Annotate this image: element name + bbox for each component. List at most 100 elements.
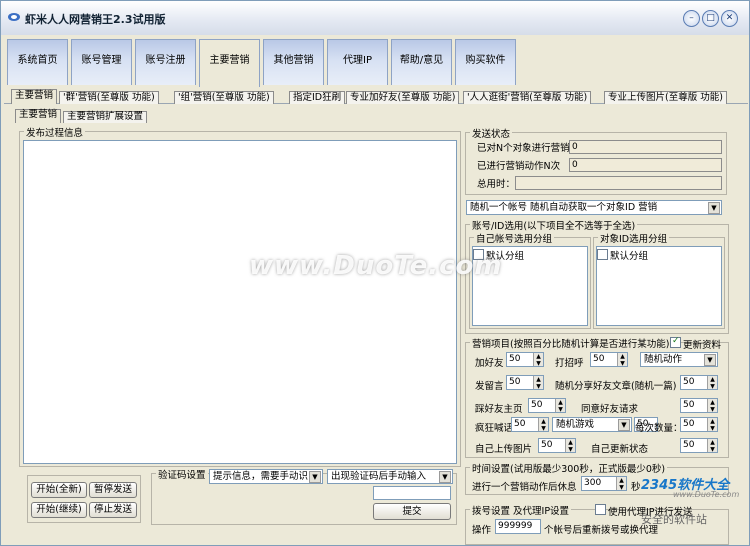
innertab-extended[interactable]: 主要营销扩展设置 bbox=[63, 111, 148, 123]
spin-arrows-icon[interactable]: ▲ ▼ bbox=[533, 376, 543, 390]
rest-spin[interactable]: 300 ▲ ▼ bbox=[581, 476, 627, 491]
visit-spin[interactable]: 50 ▲ ▼ bbox=[528, 398, 566, 413]
start-new-button[interactable]: 开始(全新) bbox=[31, 482, 87, 498]
upload-value: 50 bbox=[541, 440, 553, 450]
tab-other-marketing[interactable]: 其他营销 bbox=[263, 39, 324, 85]
status-value: 50 bbox=[683, 440, 695, 450]
share-value: 50 bbox=[683, 377, 695, 387]
leave-msg-value: 50 bbox=[509, 377, 521, 387]
brand-url: www.DuoTe.com bbox=[673, 490, 740, 499]
captcha-mode2-select[interactable]: 出现验证码后手动输入 ▼ bbox=[327, 469, 453, 484]
greet-spin[interactable]: 50 ▲ ▼ bbox=[590, 352, 628, 367]
upload-label: 自己上传图片 bbox=[475, 444, 533, 455]
proxy-checkbox[interactable] bbox=[595, 504, 606, 515]
spin-arrows-icon[interactable]: ▲ ▼ bbox=[555, 399, 565, 413]
captcha-label: 验证码设置 bbox=[156, 467, 208, 481]
add-friend-spin[interactable]: 50 ▲ ▼ bbox=[506, 352, 544, 367]
spin-arrows-icon[interactable]: ▲ ▼ bbox=[707, 418, 717, 432]
chevron-down-icon: ▼ bbox=[704, 354, 716, 366]
random-game-select[interactable]: 随机游戏 ▼ bbox=[552, 417, 632, 432]
own-group-title: 自己帐号选用分组 bbox=[474, 231, 555, 245]
window-title: 虾米人人网营销王2.3试用版 bbox=[25, 13, 166, 26]
app-logo-icon bbox=[7, 11, 21, 23]
update-checkbox[interactable] bbox=[670, 336, 681, 348]
spin-arrows-icon[interactable]: ▲ ▼ bbox=[616, 477, 626, 491]
start-continue-button[interactable]: 开始(继续) bbox=[31, 502, 87, 518]
spin-arrows-icon[interactable]: ▲ ▼ bbox=[707, 399, 717, 413]
subtab-group[interactable]: '组'营销(至尊版 功能) bbox=[174, 91, 274, 104]
op-spin[interactable]: 999999 bbox=[495, 519, 541, 534]
target-group-checkbox[interactable] bbox=[597, 249, 608, 260]
share-label: 随机分享好友文章(随机一篇) bbox=[555, 381, 677, 392]
subtab-add-friend[interactable]: 专业加好友(至尊版 功能) bbox=[346, 91, 460, 104]
accept-value: 50 bbox=[683, 400, 695, 410]
add-friend-value: 50 bbox=[509, 354, 521, 364]
tab-account-manage[interactable]: 账号管理 bbox=[71, 39, 132, 85]
subtab-target-id[interactable]: 指定ID狂刷 bbox=[289, 91, 346, 104]
shout-label: 疯狂喊话 bbox=[475, 423, 514, 434]
account-select-value: 随机一个帐号 随机自动获取一个对象ID 营销 bbox=[470, 202, 658, 213]
tab-help[interactable]: 帮助/意见 bbox=[391, 39, 452, 85]
spin-arrows-icon[interactable]: ▲ ▼ bbox=[538, 418, 548, 432]
spin-arrows-icon[interactable]: ▲ ▼ bbox=[617, 353, 627, 367]
share-spin[interactable]: 50 ▲ ▼ bbox=[680, 375, 718, 390]
status-spin[interactable]: 50 ▲ ▼ bbox=[680, 438, 718, 453]
chevron-down-icon: ▼ bbox=[708, 202, 720, 214]
upload-spin[interactable]: 50 ▲ ▼ bbox=[538, 438, 576, 453]
watermark: www.DuoTe.com bbox=[249, 251, 503, 281]
op-label: 操作 bbox=[472, 525, 492, 536]
subtab-shopping[interactable]: '人人逛街'营销(至尊版 功能) bbox=[463, 91, 592, 104]
tab-account-register[interactable]: 账号注册 bbox=[135, 39, 196, 85]
spin-arrows-icon[interactable]: ▲ ▼ bbox=[565, 439, 575, 453]
leave-msg-label: 发留言 bbox=[475, 381, 504, 392]
subtab-upload-image[interactable]: 专业上传图片(至尊版 功能) bbox=[604, 91, 727, 104]
captcha-input[interactable] bbox=[373, 486, 451, 500]
account-select[interactable]: 随机一个帐号 随机自动获取一个对象ID 营销 ▼ bbox=[466, 200, 722, 215]
captcha-mode-select[interactable]: 提示信息，需要手动识 ▼ bbox=[209, 469, 323, 484]
dial-title: 拨号设置 及代理IP设置 bbox=[470, 503, 572, 517]
shout-value: 50 bbox=[514, 419, 526, 429]
submit-button[interactable]: 提交 bbox=[373, 503, 451, 520]
stop-button[interactable]: 停止发送 bbox=[89, 502, 137, 518]
spin-arrows-icon[interactable]: ▲ ▼ bbox=[533, 353, 543, 367]
subtab-qun[interactable]: '群'营销(至尊版 功能) bbox=[59, 91, 159, 104]
rest-unit: 秒 bbox=[631, 482, 641, 493]
tab-buy[interactable]: 购买软件 bbox=[455, 39, 516, 85]
chevron-down-icon: ▼ bbox=[309, 471, 321, 483]
random-game-value: 随机游戏 bbox=[556, 419, 595, 430]
time-value bbox=[515, 176, 722, 190]
maximize-button[interactable]: □ bbox=[702, 10, 719, 27]
log-textarea[interactable] bbox=[23, 140, 457, 464]
per-count-spin[interactable]: 50 ▲ ▼ bbox=[680, 417, 718, 432]
target-group-item: 默认分组 bbox=[610, 251, 649, 262]
spin-arrows-icon[interactable]: ▲ ▼ bbox=[707, 376, 717, 390]
log-group: 发布过程信息 bbox=[19, 125, 461, 467]
tab-home[interactable]: 系统首页 bbox=[7, 39, 68, 85]
tab-main-marketing[interactable]: 主要营销 bbox=[199, 39, 260, 87]
minimize-button[interactable]: – bbox=[683, 10, 700, 27]
tab-proxy-ip[interactable]: 代理IP bbox=[327, 39, 388, 85]
shout-spin[interactable]: 50 ▲ ▼ bbox=[511, 417, 549, 432]
group-select-title: 账号/ID选用(以下项目全不选等于全选) bbox=[470, 218, 638, 232]
random-action-select[interactable]: 随机动作 ▼ bbox=[640, 352, 718, 367]
innertab-main[interactable]: 主要营销 bbox=[15, 109, 62, 123]
visit-value: 50 bbox=[531, 400, 543, 410]
subtab-main[interactable]: 主要营销 bbox=[11, 89, 58, 104]
rest-label: 进行一个营销动作后休息 bbox=[472, 482, 577, 493]
per-count-value: 50 bbox=[683, 419, 695, 429]
visit-label: 踩好友主页 bbox=[475, 404, 523, 415]
close-button[interactable]: ✕ bbox=[721, 10, 738, 27]
leave-msg-spin[interactable]: 50 ▲ ▼ bbox=[506, 375, 544, 390]
op-value: 999999 bbox=[498, 521, 533, 531]
actions-label: 已进行营销动作N次 bbox=[477, 161, 561, 172]
accept-spin[interactable]: 50 ▲ ▼ bbox=[680, 398, 718, 413]
captcha-mode-value: 提示信息，需要手动识 bbox=[213, 471, 309, 482]
status-label: 自己更新状态 bbox=[591, 444, 649, 455]
app-window: 虾米人人网营销王2.3试用版 – □ ✕ 系统首页 账号管理 账号注册 主要营销… bbox=[0, 0, 750, 546]
captcha-mode2-value: 出现验证码后手动输入 bbox=[331, 471, 427, 482]
spin-arrows-icon[interactable]: ▲ ▼ bbox=[707, 439, 717, 453]
targets-label: 已对N个对象进行营销 bbox=[477, 143, 570, 154]
chevron-down-icon: ▼ bbox=[439, 471, 451, 483]
pause-button[interactable]: 暂停发送 bbox=[89, 482, 137, 498]
time-settings-title: 时间设置(试用版最少300秒，正式版最少0秒) bbox=[470, 461, 668, 475]
